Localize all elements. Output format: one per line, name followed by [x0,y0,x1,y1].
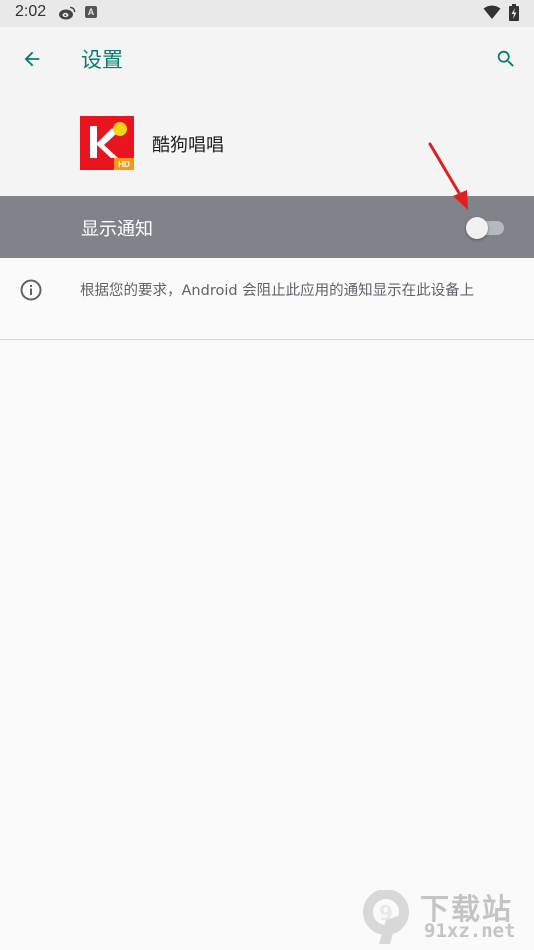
battery-charging-icon [509,4,519,21]
watermark-url: 91xz.net [424,920,516,942]
notification-a-icon: A [85,6,97,18]
app-name: 酷狗唱唱 [152,135,224,156]
status-time: 2:02 [15,3,47,20]
watermark-logo-text: 9 [379,901,393,925]
search-icon [497,50,514,67]
show-notifications-label: 显示通知 [81,219,153,240]
info-row: 根据您的要求，Android 会阻止此应用的通知显示在此设备上 [0,258,534,339]
wifi-icon [483,5,501,19]
app-icon: HD [80,116,134,170]
watermark-logo: 9 [363,890,409,944]
annotation-arrow [428,142,468,210]
weibo-icon [59,6,76,20]
back-button[interactable] [10,37,54,81]
switch-thumb [466,217,488,239]
divider [0,339,534,340]
watermark: 9 下载站 91xz.net [360,886,530,948]
search-button[interactable] [484,37,528,81]
info-text: 根据您的要求，Android 会阻止此应用的通知显示在此设备上 [80,283,475,299]
page-title: 设置 [81,48,123,72]
info-icon [20,279,42,301]
status-bar: 2:02 A [0,0,534,27]
show-notifications-switch[interactable] [466,217,506,239]
app-icon-badge: HD [118,160,130,169]
app-bar: 设置 [0,27,534,91]
arrow-back-icon [24,51,40,67]
